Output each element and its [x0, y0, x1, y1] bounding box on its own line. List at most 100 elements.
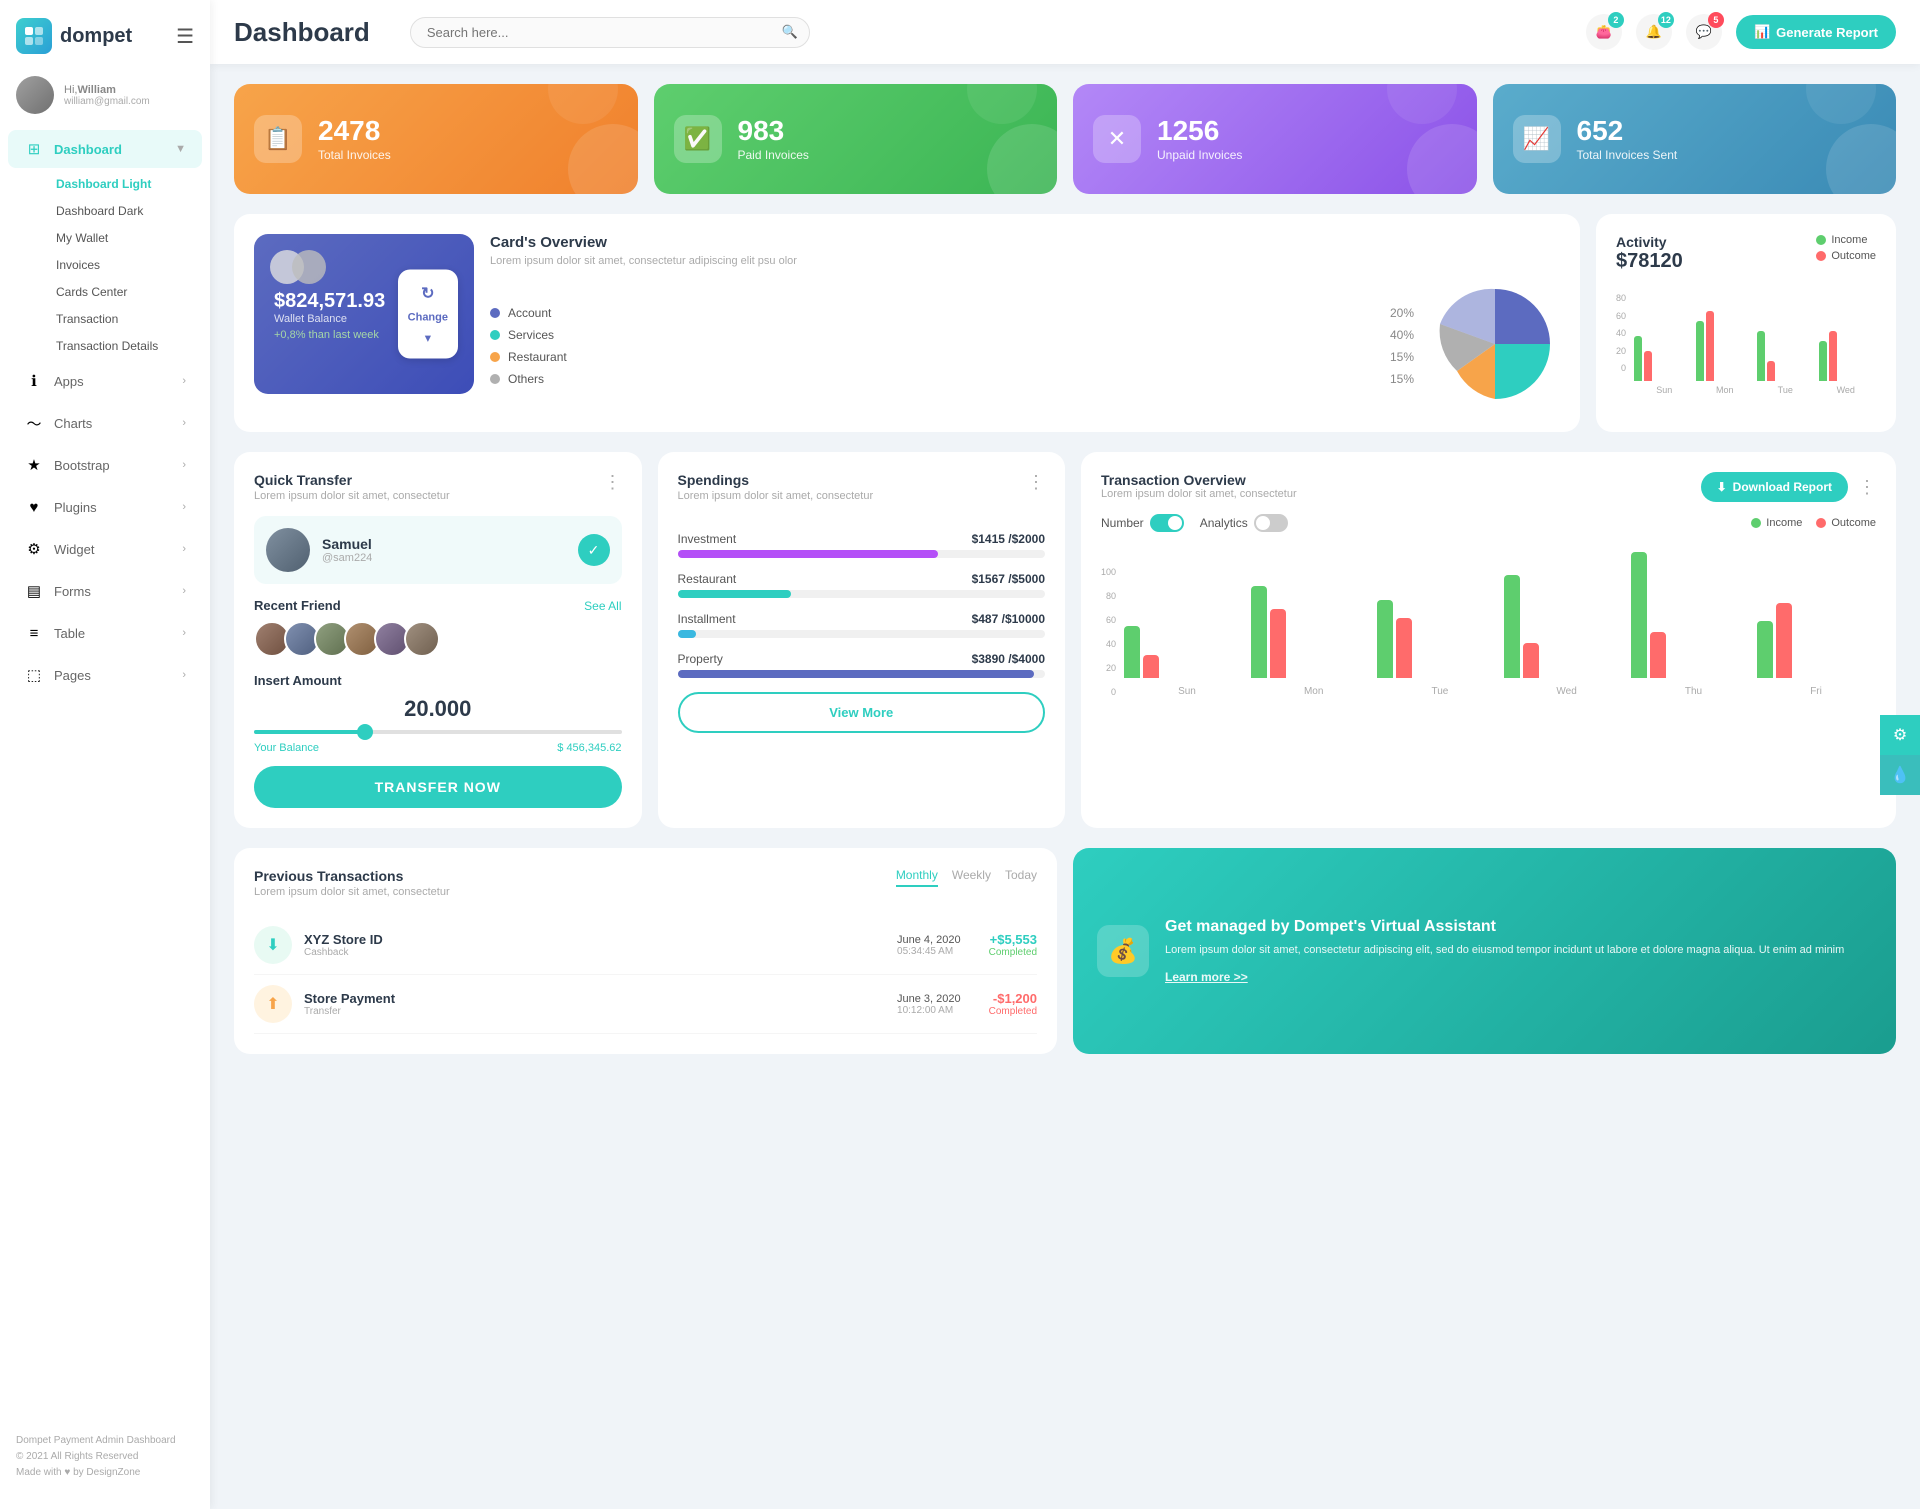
analytics-toggle-switch[interactable]	[1254, 514, 1288, 532]
table-row: ⬇ XYZ Store ID Cashback June 4, 2020 05:…	[254, 916, 1037, 975]
download-report-button[interactable]: ⬇ Download Report	[1701, 472, 1848, 502]
see-all-link[interactable]: See All	[584, 599, 621, 613]
search-bar: 🔍	[410, 17, 810, 48]
sidebar-item-widget[interactable]: ⚙ Widget ›	[8, 530, 202, 568]
sidebar-subitem-dashboard-light[interactable]: Dashboard Light	[40, 171, 202, 197]
toggle-knob	[1168, 516, 1182, 530]
sidebar-item-bootstrap[interactable]: ★ Bootstrap ›	[8, 446, 202, 484]
co-row-services: Services 40%	[490, 328, 1414, 342]
tx-sub: Transfer	[304, 1006, 885, 1017]
sidebar-item-forms[interactable]: ▤ Forms ›	[8, 572, 202, 610]
charts-icon: 〜	[24, 413, 44, 433]
sidebar-subitem-my-wallet[interactable]: My Wallet	[40, 225, 202, 251]
sidebar-subitem-transaction-details[interactable]: Transaction Details	[40, 333, 202, 359]
invoice-icon: 📋	[254, 115, 302, 163]
chevron-right-icon: ›	[182, 375, 186, 387]
x-icon: ✕	[1093, 115, 1141, 163]
quick-transfer-title: Quick Transfer	[254, 472, 450, 488]
balance-row: Your Balance $ 456,345.62	[254, 738, 622, 754]
y-axis: 100806040200	[1101, 567, 1120, 697]
sidebar-item-charts[interactable]: 〜 Charts ›	[8, 404, 202, 442]
sidebar-item-plugins[interactable]: ♥ Plugins ›	[8, 488, 202, 526]
friend-avatar	[404, 621, 440, 657]
table-row: ⬆ Store Payment Transfer June 3, 2020 10…	[254, 975, 1037, 1034]
tx-name: XYZ Store ID	[304, 932, 885, 947]
avatar	[16, 76, 54, 114]
sidebar-item-pages[interactable]: ⬚ Pages ›	[8, 656, 202, 694]
previous-transactions-panel: Previous Transactions Lorem ipsum dolor …	[234, 848, 1057, 1054]
stat-card-unpaid-invoices: ✕ 1256 Unpaid Invoices	[1073, 84, 1477, 194]
sidebar-subitem-dashboard-dark[interactable]: Dashboard Dark	[40, 198, 202, 224]
cards-overview-desc: Lorem ipsum dolor sit amet, consectetur …	[490, 255, 1560, 267]
sidebar-subitem-cards-center[interactable]: Cards Center	[40, 279, 202, 305]
amount-slider[interactable]	[254, 730, 622, 734]
activity-card: Activity $78120 Income Outcome	[1596, 214, 1896, 432]
page-title: Dashboard	[234, 17, 370, 48]
bootstrap-icon: ★	[24, 455, 44, 475]
stat-card-total-sent: 📈 652 Total Invoices Sent	[1493, 84, 1897, 194]
tab-today[interactable]: Today	[1005, 868, 1037, 887]
amount-display: 20.000	[254, 696, 622, 722]
tx-date: June 3, 2020	[897, 993, 961, 1005]
slider-fill	[254, 730, 364, 734]
water-drop-button[interactable]: 💧	[1880, 755, 1920, 795]
transaction-bar-chart	[1124, 548, 1876, 678]
more-options-button[interactable]: ⋮	[604, 472, 622, 493]
view-more-button[interactable]: View More	[678, 692, 1046, 733]
more-options-button[interactable]: ⋮	[1858, 477, 1876, 498]
tx-status: Completed	[989, 1006, 1037, 1017]
user-name: William	[77, 84, 115, 96]
spendings-title: Spendings	[678, 472, 874, 488]
tx-date-group: June 4, 2020 05:34:45 AM	[897, 934, 961, 957]
toggle-row: Number Analytics Inc	[1101, 514, 1876, 532]
search-input[interactable]	[410, 17, 810, 48]
contact-avatar	[266, 528, 310, 572]
stat-number: 2478	[318, 116, 391, 147]
wallet-badge: 2	[1608, 12, 1624, 28]
activity-amount: $78120	[1616, 250, 1683, 273]
toggle-knob	[1256, 516, 1270, 530]
bar	[1776, 603, 1792, 678]
bar	[1634, 336, 1642, 381]
notification-bell-btn[interactable]: 🔔 12	[1636, 14, 1672, 50]
promo-link[interactable]: Learn more >>	[1165, 970, 1248, 984]
wallet-icon-btn[interactable]: 👛 2	[1586, 14, 1622, 50]
sidebar-item-label: Apps	[54, 374, 84, 389]
sidebar-item-apps[interactable]: ℹ Apps ›	[8, 362, 202, 400]
sidebar-subitem-transaction[interactable]: Transaction	[40, 306, 202, 332]
tx-amount: +$5,553	[989, 932, 1037, 947]
more-options-button[interactable]: ⋮	[1027, 472, 1045, 493]
generate-report-button[interactable]: 📊 Generate Report	[1736, 15, 1896, 49]
bar	[1819, 341, 1827, 381]
sidebar-item-table[interactable]: ≡ Table ›	[8, 614, 202, 652]
prev-tx-title: Previous Transactions	[254, 868, 450, 884]
number-toggle-switch[interactable]	[1150, 514, 1184, 532]
bar	[1631, 552, 1647, 678]
stat-number: 983	[738, 116, 809, 147]
bar	[1757, 331, 1765, 381]
bar	[1706, 311, 1714, 381]
transfer-now-button[interactable]: TRANSFER NOW	[254, 766, 622, 808]
dot-restaurant	[490, 352, 500, 362]
sidebar-subitem-invoices[interactable]: Invoices	[40, 252, 202, 278]
promo-icon: 💰	[1097, 925, 1149, 977]
pages-icon: ⬚	[24, 665, 44, 685]
sidebar-item-dashboard[interactable]: ⊞ Dashboard ▼	[8, 130, 202, 168]
chat-btn[interactable]: 💬 5	[1686, 14, 1722, 50]
bar	[1270, 609, 1286, 678]
bar	[1143, 655, 1159, 678]
recent-friends-header: Recent Friend See All	[254, 598, 622, 613]
sidebar-item-label: Plugins	[54, 500, 97, 515]
user-email: william@gmail.com	[64, 96, 150, 107]
chevron-right-icon: ›	[182, 543, 186, 555]
hamburger-icon[interactable]: ☰	[176, 24, 194, 49]
tab-weekly[interactable]: Weekly	[952, 868, 991, 887]
wallet-card: ↻ Change ▾ $824,571.93 Wallet Balance +0…	[254, 234, 474, 394]
middle-row: ↻ Change ▾ $824,571.93 Wallet Balance +0…	[234, 214, 1896, 432]
chevron-down-icon: ▾	[425, 332, 431, 345]
tab-monthly[interactable]: Monthly	[896, 868, 938, 887]
settings-button[interactable]: ⚙	[1880, 715, 1920, 755]
refresh-icon: ↻	[421, 284, 434, 304]
dot-account	[490, 308, 500, 318]
bottom-section: Quick Transfer Lorem ipsum dolor sit ame…	[234, 452, 1896, 828]
